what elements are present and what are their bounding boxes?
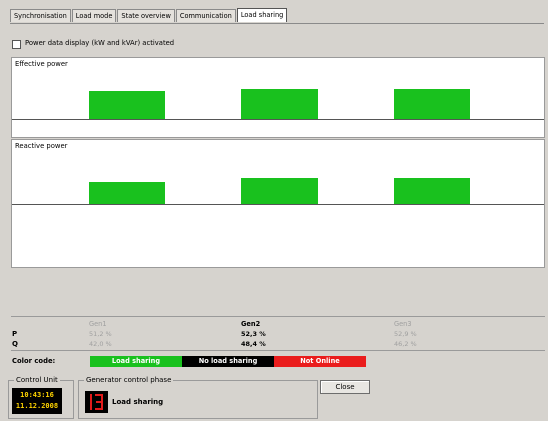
close-button[interactable]: Close <box>320 380 370 394</box>
tab-communication[interactable]: Communication <box>175 9 236 22</box>
effective-power-baseline <box>12 119 544 120</box>
effective-power-bar-gen2 <box>241 89 318 119</box>
generator-control-phase-title: Generator control phase <box>84 376 174 384</box>
color-code-load-sharing: Load sharing <box>90 356 182 367</box>
effective-power-bar-gen3 <box>394 89 470 119</box>
tab-synchronisation[interactable]: Synchronisation <box>10 9 71 22</box>
tab-state-overview[interactable]: State overview <box>117 9 175 22</box>
generator-control-phase-value: Load sharing <box>112 398 164 406</box>
row-label-p: P <box>12 330 18 338</box>
color-code-not-online: Not Online <box>274 356 366 367</box>
gen2-header: Gen2 <box>241 320 261 328</box>
gen1-q-value: 42,0 % <box>89 340 112 348</box>
reactive-power-bar-gen2 <box>241 178 318 204</box>
data-bottom-separator <box>11 350 545 351</box>
color-code-label: Color code: <box>12 357 56 365</box>
power-data-display-checkbox[interactable] <box>12 40 21 49</box>
color-code-no-load-sharing: No load sharing <box>182 356 274 367</box>
tab-bar: Synchronisation Load mode State overview… <box>10 8 288 23</box>
reactive-power-panel: Reactive power <box>11 139 545 268</box>
reactive-power-baseline <box>12 204 544 205</box>
reactive-power-bar-gen3 <box>394 178 470 204</box>
clock-date: 11.12.2008 <box>15 402 59 410</box>
control-unit-clock: 10:43:16 11.12.2008 <box>12 388 62 414</box>
effective-power-panel: Effective power <box>11 57 545 138</box>
power-data-display-label: Power data display (kW and kVAr) activat… <box>25 39 175 47</box>
gen1-header: Gen1 <box>89 320 107 328</box>
gen2-q-value: 48,4 % <box>241 340 266 348</box>
tab-load-sharing[interactable]: Load sharing <box>236 8 288 22</box>
gen3-q-value: 46,2 % <box>394 340 417 348</box>
tab-load-mode[interactable]: Load mode <box>71 9 117 22</box>
row-label-q: Q <box>12 340 18 348</box>
data-separator <box>11 316 545 317</box>
gen3-p-value: 52,9 % <box>394 330 417 338</box>
phase-display-icon <box>85 391 108 413</box>
gen3-header: Gen3 <box>394 320 412 328</box>
reactive-power-bar-gen1 <box>89 182 165 204</box>
tab-divider <box>10 23 544 24</box>
reactive-power-title: Reactive power <box>15 142 68 150</box>
gen1-p-value: 51,2 % <box>89 330 112 338</box>
load-sharing-window: { "tabs": [ {"label": "Synchronisation",… <box>0 0 548 421</box>
control-unit-title: Control Unit <box>14 376 60 384</box>
clock-time: 10:43:16 <box>20 391 54 399</box>
gen2-p-value: 52,3 % <box>241 330 266 338</box>
effective-power-title: Effective power <box>15 60 68 68</box>
effective-power-bar-gen1 <box>89 91 165 119</box>
